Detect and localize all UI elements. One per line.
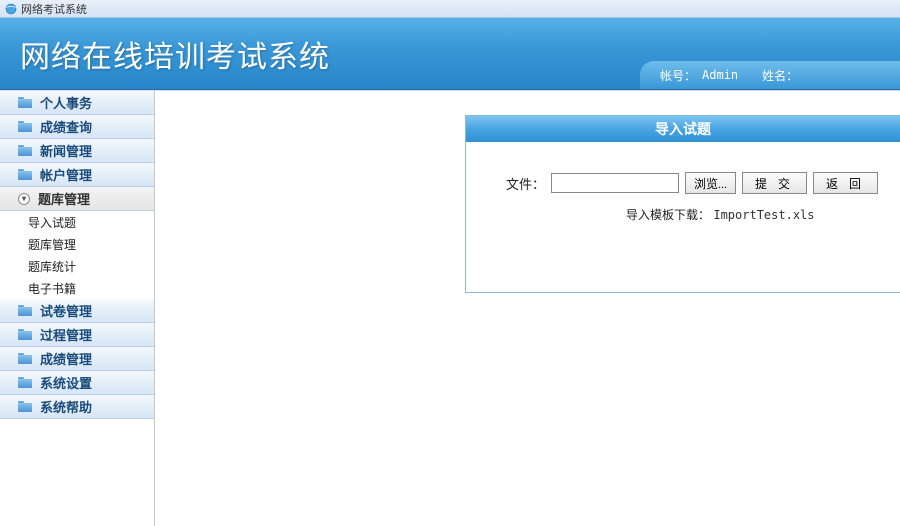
sidebar-item-label: 系统设置 <box>40 373 92 392</box>
window-tab-title: 网络考试系统 <box>21 1 87 17</box>
sidebar-item-process[interactable]: 过程管理 <box>0 323 154 347</box>
sidebar-item-label: 试卷管理 <box>40 301 92 320</box>
sidebar-item-label: 成绩查询 <box>40 117 92 136</box>
sidebar-item-news[interactable]: 新闻管理 <box>0 139 154 163</box>
panel-title: 导入试题 <box>466 116 900 142</box>
account-value: Admin <box>702 68 738 82</box>
folder-icon <box>18 121 32 132</box>
sidebar-item-paper[interactable]: 试卷管理 <box>0 299 154 323</box>
template-download-link[interactable]: ImportTest.xls <box>713 208 814 222</box>
sidebar-item-label: 新闻管理 <box>40 141 92 160</box>
name-label: 姓名： <box>762 67 798 84</box>
folder-icon <box>18 145 32 156</box>
sidebar-subitem-ebook[interactable]: 电子书籍 <box>0 277 154 299</box>
submit-button[interactable]: 提 交 <box>742 172 807 194</box>
sidebar-item-label: 导入试题 <box>28 214 76 231</box>
sidebar-item-system-settings[interactable]: 系统设置 <box>0 371 154 395</box>
template-download-row: 导入模板下载： ImportTest.xls <box>506 206 880 223</box>
account-label: 帐号： <box>660 67 696 84</box>
sidebar-item-score-manage[interactable]: 成绩管理 <box>0 347 154 371</box>
window-titlebar: 网络考试系统 <box>0 0 900 18</box>
sidebar-item-question-bank[interactable]: ▾ 题库管理 <box>0 187 154 211</box>
sidebar-item-label: 帐户管理 <box>40 165 92 184</box>
browse-button[interactable]: 浏览... <box>685 172 736 194</box>
template-label: 导入模板下载： <box>626 208 710 222</box>
sidebar-item-account[interactable]: 帐户管理 <box>0 163 154 187</box>
app-title: 网络在线培训考试系统 <box>20 32 330 76</box>
import-panel: 导入试题 文件： 浏览... 提 交 返 回 导入模板下载： ImportTes… <box>465 115 900 293</box>
folder-icon <box>18 353 32 364</box>
sidebar-item-label: 题库管理 <box>38 189 90 208</box>
folder-icon <box>18 401 32 412</box>
sidebar-nav: 个人事务 成绩查询 新闻管理 帐户管理 ▾ 题库管理 导入试题 题库管理 题库统… <box>0 90 155 526</box>
folder-icon <box>18 305 32 316</box>
chevron-down-icon: ▾ <box>18 193 30 205</box>
browser-icon <box>5 3 17 15</box>
folder-icon <box>18 329 32 340</box>
sidebar-item-personal[interactable]: 个人事务 <box>0 91 154 115</box>
back-button[interactable]: 返 回 <box>813 172 878 194</box>
file-path-input[interactable] <box>551 173 679 193</box>
sidebar-item-score-query[interactable]: 成绩查询 <box>0 115 154 139</box>
panel-body: 文件： 浏览... 提 交 返 回 导入模板下载： ImportTest.xls <box>466 142 900 292</box>
folder-icon <box>18 377 32 388</box>
sidebar-item-label: 个人事务 <box>40 93 92 112</box>
file-label: 文件： <box>506 174 545 193</box>
main-content: 导入试题 文件： 浏览... 提 交 返 回 导入模板下载： ImportTes… <box>155 90 900 526</box>
sidebar-item-system-help[interactable]: 系统帮助 <box>0 395 154 419</box>
sidebar-item-label: 电子书籍 <box>28 280 76 297</box>
sidebar-item-label: 成绩管理 <box>40 349 92 368</box>
sidebar-item-label: 题库管理 <box>28 236 76 253</box>
sidebar-subitem-import-questions[interactable]: 导入试题 <box>0 211 154 233</box>
app-header: 网络在线培训考试系统 帐号： Admin 姓名： <box>0 18 900 90</box>
sidebar-item-label: 系统帮助 <box>40 397 92 416</box>
sidebar-item-label: 题库统计 <box>28 258 76 275</box>
folder-icon <box>18 97 32 108</box>
sidebar-subitem-bank-manage[interactable]: 题库管理 <box>0 233 154 255</box>
file-form-row: 文件： 浏览... 提 交 返 回 <box>506 172 880 194</box>
sidebar-item-label: 过程管理 <box>40 325 92 344</box>
sidebar-subitem-bank-stats[interactable]: 题库统计 <box>0 255 154 277</box>
folder-icon <box>18 169 32 180</box>
user-info-bar: 帐号： Admin 姓名： <box>640 61 900 89</box>
